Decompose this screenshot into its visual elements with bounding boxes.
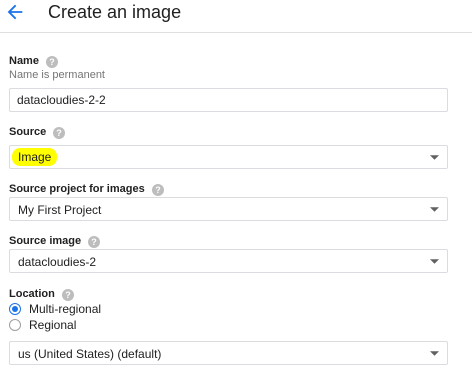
name-label: Name ? bbox=[9, 55, 58, 68]
svg-text:?: ? bbox=[49, 57, 55, 67]
help-icon[interactable]: ? bbox=[45, 55, 58, 68]
arrow-back-icon bbox=[7, 4, 23, 20]
help-icon[interactable]: ? bbox=[88, 235, 101, 248]
radio-button[interactable] bbox=[9, 319, 21, 331]
back-button[interactable] bbox=[4, 1, 26, 23]
radio-regional[interactable]: Regional bbox=[9, 318, 76, 332]
source-label-text: Source bbox=[9, 126, 47, 138]
page-header: Create an image bbox=[0, 0, 472, 33]
svg-text:?: ? bbox=[155, 185, 161, 195]
location-label-text: Location bbox=[9, 288, 55, 300]
radio-label: Regional bbox=[29, 318, 77, 332]
dropdown-arrow-icon bbox=[430, 259, 439, 264]
radio-multi-regional[interactable]: Multi-regional bbox=[9, 302, 101, 316]
source-project-label: Source project for images ? bbox=[9, 183, 164, 196]
source-image-select-value: datacloudies-2 bbox=[18, 255, 97, 269]
dropdown-arrow-icon bbox=[430, 207, 439, 212]
location-select[interactable]: us (United States) (default) bbox=[9, 341, 448, 365]
help-icon[interactable]: ? bbox=[151, 183, 164, 196]
radio-button-selected[interactable] bbox=[9, 303, 21, 315]
source-select[interactable]: Image bbox=[9, 145, 448, 169]
location-select-value: us (United States) (default) bbox=[18, 347, 162, 361]
help-icon[interactable]: ? bbox=[61, 288, 74, 301]
dropdown-arrow-icon bbox=[430, 155, 439, 160]
source-project-label-text: Source project for images bbox=[9, 183, 145, 195]
name-label-text: Name bbox=[9, 55, 39, 67]
source-project-select-value: My First Project bbox=[18, 203, 102, 217]
dropdown-arrow-icon bbox=[430, 351, 439, 356]
svg-text:?: ? bbox=[65, 290, 71, 300]
source-select-value: Image bbox=[12, 148, 58, 166]
svg-text:?: ? bbox=[91, 237, 97, 247]
name-input[interactable] bbox=[9, 88, 448, 112]
source-image-select[interactable]: datacloudies-2 bbox=[9, 249, 448, 273]
source-project-select[interactable]: My First Project bbox=[9, 197, 448, 221]
svg-text:?: ? bbox=[57, 128, 63, 138]
radio-label: Multi-regional bbox=[29, 302, 102, 316]
source-image-label-text: Source image bbox=[9, 235, 82, 247]
help-icon[interactable]: ? bbox=[53, 126, 66, 139]
page-title: Create an image bbox=[48, 2, 182, 22]
location-label: Location ? bbox=[9, 288, 74, 301]
source-image-label: Source image ? bbox=[9, 235, 101, 248]
source-label: Source ? bbox=[9, 126, 66, 139]
name-helper-text: Name is permanent bbox=[9, 69, 105, 81]
